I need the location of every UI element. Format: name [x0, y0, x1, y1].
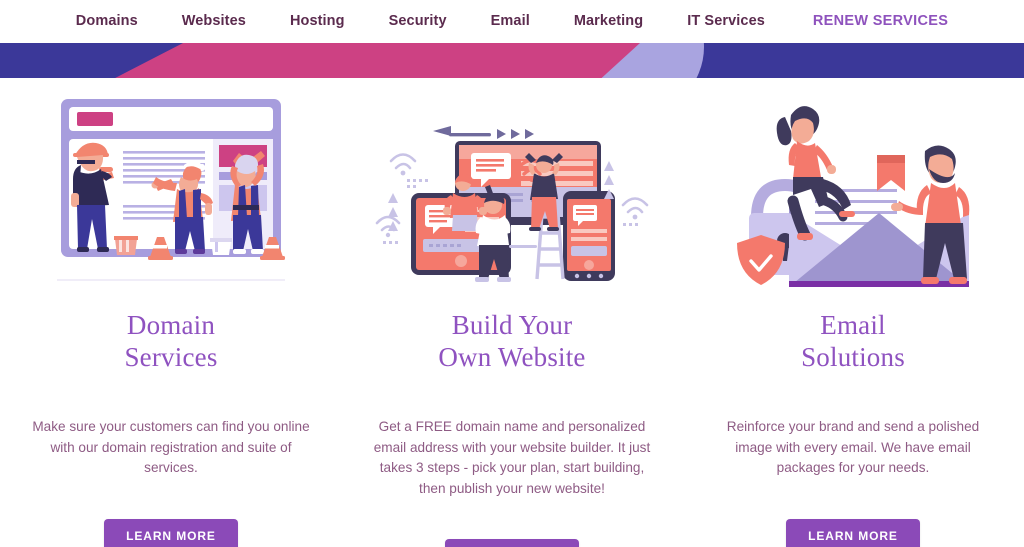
learn-more-button-email-solutions[interactable]: LEARN MORE: [786, 518, 920, 547]
website-under-construction-icon: [19, 90, 324, 295]
service-card-build-your-own-website: Build Your Own Website Get a FREE domain…: [342, 78, 683, 547]
main-navigation: Domains Websites Hosting Security Email …: [0, 0, 1024, 43]
nav-item-websites[interactable]: Websites: [160, 0, 268, 43]
nav-item-hosting[interactable]: Hosting: [268, 0, 367, 43]
decorative-banner-strip: [0, 43, 1024, 78]
nav-item-marketing[interactable]: Marketing: [552, 0, 665, 43]
nav-item-domains[interactable]: Domains: [54, 0, 160, 43]
card-body-domain-services: Make sure your customers can find you on…: [32, 419, 310, 476]
card-title-line-1: Email: [820, 310, 886, 340]
card-title-line-2: Own Website: [438, 342, 586, 372]
card-body-email-solutions: Reinforce your brand and send a polished…: [726, 419, 980, 476]
responsive-devices-builder-icon: [360, 90, 665, 295]
nav-item-renew-services[interactable]: RENEW SERVICES: [787, 0, 970, 43]
card-title-build-your-own-website: Build Your Own Website: [438, 309, 585, 373]
service-card-email-solutions: Email Solutions Reinforce your brand and…: [683, 78, 1024, 547]
learn-more-button-build-your-own-website[interactable]: LEARN MORE: [445, 539, 579, 547]
nav-item-security[interactable]: Security: [367, 0, 469, 43]
card-title-line-2: Services: [124, 342, 218, 372]
card-title-email-solutions: Email Solutions: [801, 309, 905, 373]
service-cards-row: Domain Services Make sure your customers…: [0, 78, 1024, 547]
nav-item-it-services[interactable]: IT Services: [665, 0, 787, 43]
page-root: Domains Websites Hosting Security Email …: [0, 0, 1024, 547]
learn-more-button-domain-services[interactable]: LEARN MORE: [104, 518, 238, 547]
card-body-build-your-own-website: Get a FREE domain name and personalized …: [373, 419, 651, 496]
card-title-line-1: Build Your: [451, 310, 573, 340]
nav-item-email[interactable]: Email: [469, 0, 552, 43]
card-title-line-1: Domain: [126, 310, 216, 340]
service-card-domain-services: Domain Services Make sure your customers…: [1, 78, 342, 547]
card-title-domain-services: Domain Services: [124, 309, 217, 373]
card-title-line-2: Solutions: [801, 342, 905, 372]
banner-pink-parallelogram: [115, 43, 640, 78]
nav-items-container: Domains Websites Hosting Security Email …: [54, 0, 970, 43]
secure-email-envelope-icon: [701, 90, 1006, 295]
